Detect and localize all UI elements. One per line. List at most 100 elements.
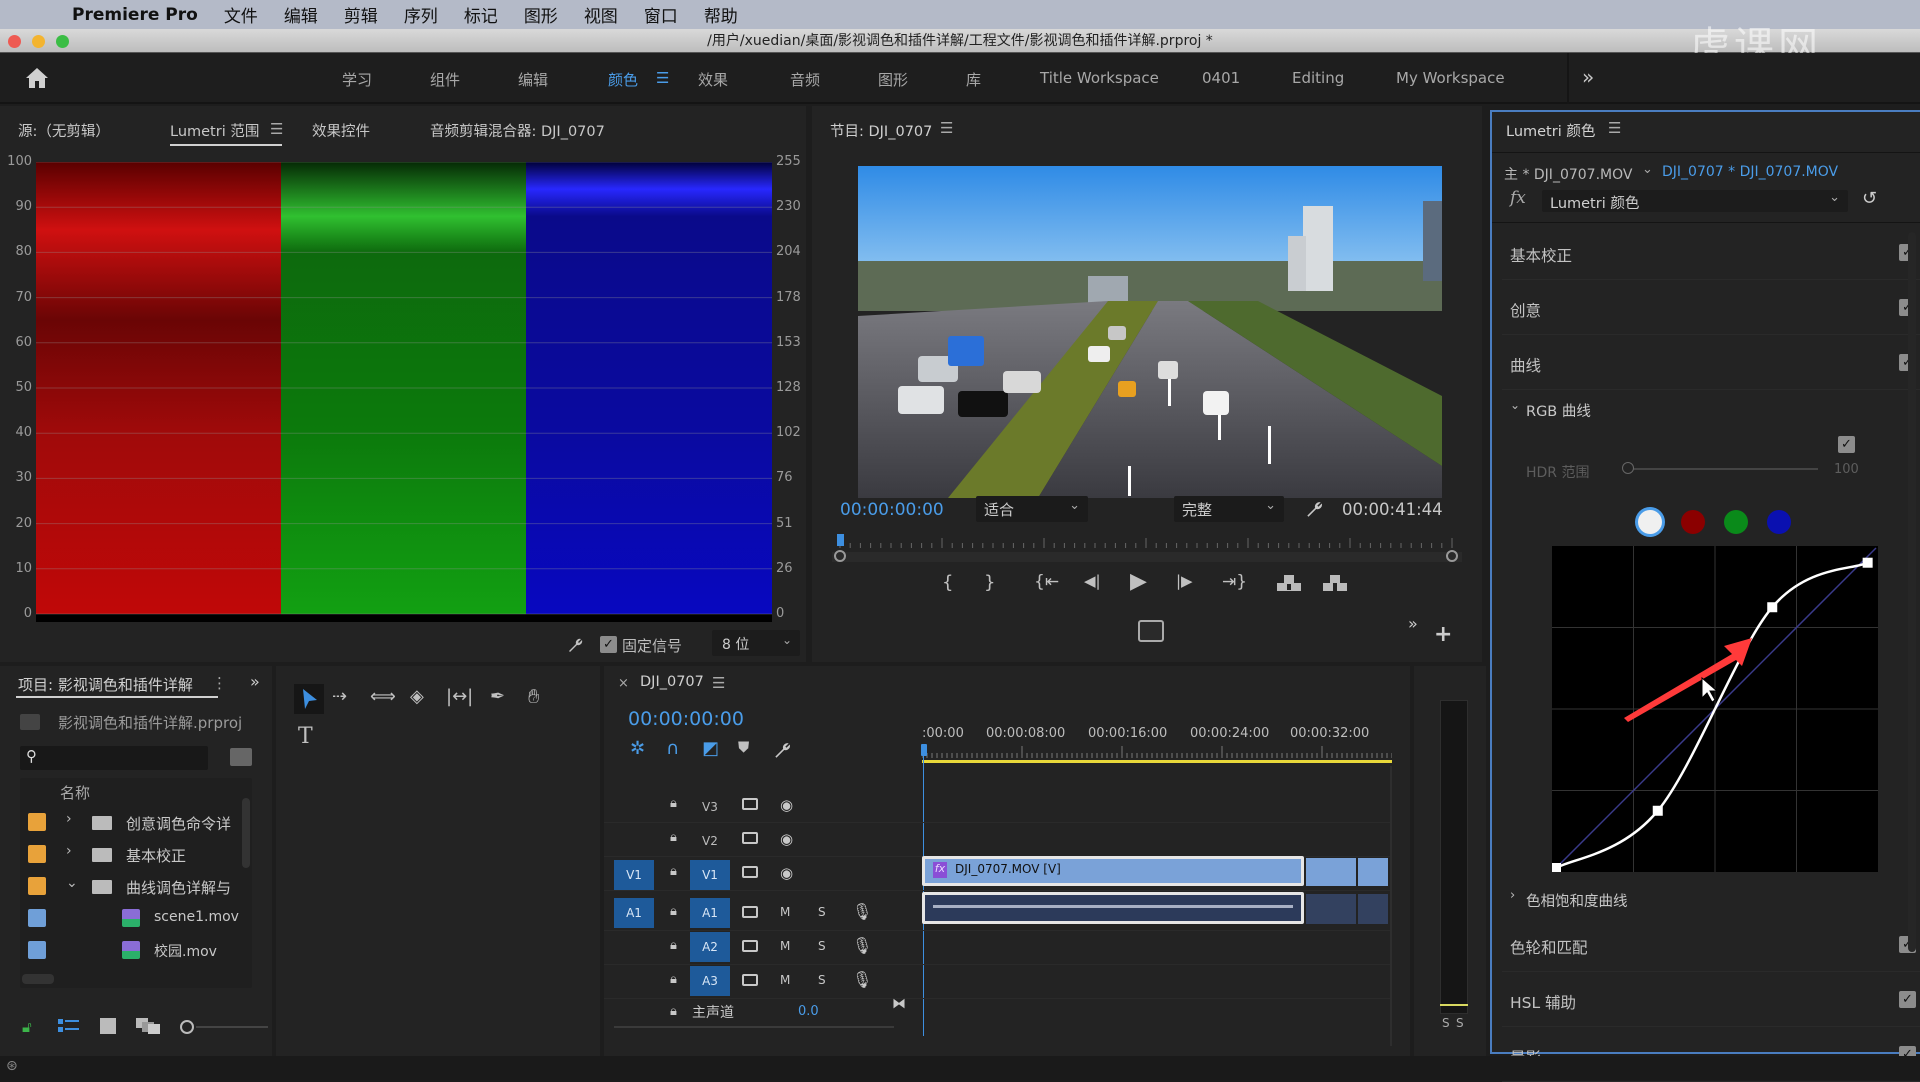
audio-clip[interactable] <box>1358 894 1388 924</box>
workspace-tab[interactable]: 编辑 <box>518 69 548 90</box>
time-ruler[interactable] <box>921 744 1393 758</box>
chevron-down-icon[interactable]: ⌄ <box>1510 398 1520 412</box>
workspace-tab[interactable]: Title Workspace <box>1040 69 1159 87</box>
mute-track-button[interactable]: M <box>780 939 790 953</box>
minimize-window-button[interactable] <box>32 35 45 48</box>
workspace-tab[interactable]: Editing <box>1292 69 1344 87</box>
video-clip[interactable] <box>1306 858 1356 886</box>
go-to-out-button[interactable]: ⇥} <box>1222 572 1247 592</box>
linked-selection-icon[interactable]: ◩ <box>702 738 719 759</box>
vertical-zoom-scrollbar[interactable] <box>1390 766 1392 1046</box>
nest-toggle-icon[interactable]: ✲ <box>630 738 645 759</box>
curve-control-point[interactable] <box>1551 863 1561 873</box>
source-panel-tab[interactable]: 效果控件 <box>312 120 370 141</box>
step-forward-icon[interactable]: |▶ <box>1176 572 1193 590</box>
home-icon[interactable] <box>24 66 50 90</box>
eye-icon[interactable]: ◉ <box>780 864 793 882</box>
go-to-end-icon[interactable]: ⧓ <box>892 996 906 1012</box>
menu-item[interactable]: 文件 <box>224 2 258 27</box>
workspace-tab[interactable]: 库 <box>966 69 981 90</box>
work-area-bar[interactable] <box>922 760 1392 763</box>
add-marker-icon[interactable]: ⛊ <box>738 738 749 756</box>
list-item[interactable]: ⌄ 曲线调色详解与 <box>20 872 240 902</box>
chevron-right-icon[interactable]: › <box>66 843 72 859</box>
source-patch-a1[interactable]: A1 <box>614 898 654 928</box>
track-target-v1[interactable]: V1 <box>690 860 730 890</box>
master-volume-value[interactable]: 0.0 <box>798 1004 819 1019</box>
workspace-tab[interactable]: My Workspace <box>1396 69 1505 87</box>
ripple-edit-tool[interactable]: ⟺ <box>370 686 396 707</box>
effect-instance-dropdown[interactable]: Lumetri 颜色 ⌄ <box>1542 190 1848 212</box>
solo-track-button[interactable]: S <box>818 973 826 987</box>
chevron-right-icon[interactable]: › <box>1510 888 1515 903</box>
curve-control-point[interactable] <box>1767 602 1778 613</box>
track-target-v3[interactable]: V3 <box>702 800 718 814</box>
razor-tool[interactable]: ◈ <box>410 686 424 707</box>
panel-menu-icon[interactable]: ☰ <box>270 120 283 138</box>
rgb-curve-graph[interactable] <box>1551 546 1878 873</box>
source-patch-v1[interactable]: V1 <box>614 860 654 890</box>
menu-item[interactable]: 编辑 <box>284 2 318 27</box>
zoom-window-button[interactable] <box>56 35 69 48</box>
close-tab-icon[interactable]: × <box>618 676 629 691</box>
workspace-tab[interactable]: 效果 <box>698 69 728 90</box>
snap-icon[interactable]: ∩ <box>666 738 679 759</box>
menu-item[interactable]: 序列 <box>404 2 438 27</box>
wrench-icon[interactable] <box>1304 499 1324 519</box>
lumetri-section[interactable]: 色轮和匹配✓ <box>1502 920 1920 972</box>
list-item[interactable]: › 创意调色命令详 <box>20 808 240 838</box>
workspace-tab[interactable]: 图形 <box>878 69 908 90</box>
horizontal-scrollbar[interactable] <box>614 1026 894 1028</box>
slip-tool[interactable]: |↔| <box>446 686 473 707</box>
track-lock-icon[interactable]: 🔒︎ <box>670 904 677 919</box>
expand-panels-icon[interactable]: » <box>250 672 260 691</box>
export-frame-button[interactable] <box>1138 620 1164 642</box>
rgb-curves-label[interactable]: RGB 曲线 <box>1526 400 1591 421</box>
menu-item[interactable]: 窗口 <box>644 2 678 27</box>
track-target-a3[interactable]: A3 <box>690 966 730 996</box>
timeline-timecode[interactable]: 00:00:00:00 <box>628 708 744 730</box>
hdr-range-slider[interactable] <box>1630 468 1818 470</box>
source-panel-tab[interactable]: Lumetri 范围 <box>170 120 259 141</box>
track-target-a2[interactable]: A2 <box>690 932 730 962</box>
lumetri-section[interactable]: HSL 辅助 ✓ <box>1502 975 1920 1027</box>
master-clip-selector[interactable]: 主 * DJI_0707.MOV <box>1504 164 1632 184</box>
source-panel-tab[interactable]: 音频剪辑混合器: DJI_0707 <box>430 120 605 141</box>
mark-in-button[interactable]: { <box>942 572 953 593</box>
timeline-settings-icon[interactable] <box>772 740 792 760</box>
label-color-swatch[interactable] <box>28 813 46 831</box>
channel-green-button[interactable] <box>1724 510 1748 534</box>
microphone-icon[interactable]: 🎙︎ <box>852 902 872 921</box>
lumetri-section[interactable]: 曲线✓ <box>1502 338 1920 390</box>
microphone-icon[interactable]: 🎙︎ <box>852 936 872 955</box>
go-to-in-button[interactable]: {⇤ <box>1034 572 1059 592</box>
chevron-down-icon[interactable]: ⌄ <box>1642 162 1653 177</box>
panel-menu-icon[interactable]: ☰ <box>940 119 953 137</box>
hand-tool[interactable]: ✋︎ <box>528 684 539 708</box>
workspace-tab[interactable]: 0401 <box>1202 69 1240 87</box>
curve-control-point[interactable] <box>1862 557 1873 568</box>
toggle-sync-lock-icon[interactable] <box>742 866 758 878</box>
hdr-range-slider-handle[interactable] <box>1622 462 1634 474</box>
toggle-sync-lock-icon[interactable] <box>742 798 758 810</box>
section-enable-checkbox[interactable]: ✓ <box>1899 991 1916 1008</box>
list-view-icon[interactable] <box>58 1018 80 1034</box>
zoom-slider-handle[interactable] <box>180 1020 194 1034</box>
track-lock-icon[interactable]: 🔒︎ <box>670 972 677 987</box>
menu-item[interactable]: 剪辑 <box>344 2 378 27</box>
horizontal-scrollbar[interactable] <box>22 974 54 984</box>
more-buttons-icon[interactable]: » <box>1408 614 1418 633</box>
track-lock-icon[interactable]: 🔒︎ <box>670 1004 677 1019</box>
lumetri-section[interactable]: 基本校正✓ <box>1502 228 1920 280</box>
workspace-tab[interactable]: 颜色 <box>608 69 638 90</box>
app-name-menu[interactable]: Premiere Pro <box>72 5 198 25</box>
video-clip[interactable] <box>1358 858 1388 886</box>
mute-track-button[interactable]: M <box>780 905 790 919</box>
eye-icon[interactable]: ◉ <box>780 830 793 848</box>
menu-item[interactable]: 图形 <box>524 2 558 27</box>
timeline-tab[interactable]: DJI_0707 <box>640 674 704 690</box>
extract-button[interactable] <box>1322 574 1348 592</box>
menu-item[interactable]: 帮助 <box>704 2 738 27</box>
solo-track-button[interactable]: S <box>818 905 826 919</box>
solo-left[interactable]: S <box>1442 1016 1450 1030</box>
